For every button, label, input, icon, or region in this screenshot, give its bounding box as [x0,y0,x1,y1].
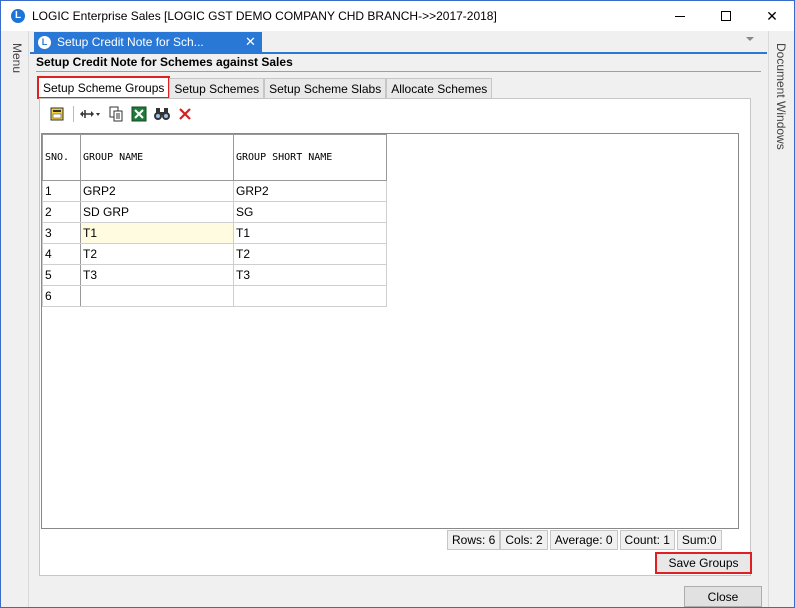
delete-icon [179,108,191,120]
resize-columns-icon [80,110,100,118]
app-logo-icon: L [11,9,25,23]
window-close-button[interactable]: ✕ [749,1,795,31]
maximize-button[interactable] [703,1,749,31]
group-short-name-cell[interactable]: GRP2 [233,180,387,202]
close-button[interactable]: Close [684,586,762,607]
close-icon[interactable]: ✕ [245,34,256,50]
row-number: 5 [42,264,81,286]
column-header-group-name[interactable]: GROUP NAME [80,134,234,181]
export-excel-button[interactable] [129,104,149,124]
document-windows-label: Document Windows [774,43,788,150]
status-rows: Rows: 6 [447,530,501,550]
copy-icon [109,106,123,122]
group-name-cell-selected[interactable]: T1 [80,222,234,244]
tab-setup-scheme-slabs[interactable]: Setup Scheme Slabs [264,78,387,98]
delete-button[interactable] [175,104,195,124]
excel-icon [131,106,147,122]
tab-allocate-schemes[interactable]: Allocate Schemes [386,78,493,98]
row-number: 1 [42,180,81,202]
group-short-name-cell[interactable] [233,285,387,307]
document-windows-panel[interactable]: Document Windows [768,31,794,607]
copy-button[interactable] [106,104,126,124]
toolbar-separator [73,106,74,122]
tab-panel: SNO. GROUP NAME GROUP SHORT NAME 1 GRP2 … [39,98,751,576]
group-short-name-cell[interactable]: T3 [233,264,387,286]
document-tab-label: Setup Credit Note for Sch... [57,35,204,49]
status-average: Average: 0 [549,530,618,550]
subtab-bar: Setup Scheme Groups Setup Schemes Setup … [36,76,493,99]
group-short-name-cell[interactable]: SG [233,201,387,223]
grid-toolbar [41,100,749,128]
new-button[interactable] [47,104,67,124]
group-short-name-cell[interactable]: T1 [233,222,387,244]
table-row[interactable]: 3 T1 T1 [42,222,387,244]
document-tab[interactable]: L Setup Credit Note for Sch... ✕ [34,32,262,52]
table-header-row: SNO. GROUP NAME GROUP SHORT NAME [42,134,387,181]
resize-columns-button[interactable] [77,104,103,124]
side-menu-panel[interactable]: Menu [3,31,29,607]
window-title: LOGIC Enterprise Sales [LOGIC GST DEMO C… [32,9,497,23]
column-header-group-short-name[interactable]: GROUP SHORT NAME [233,134,387,181]
group-name-cell[interactable]: T2 [80,243,234,265]
group-name-cell[interactable] [80,285,234,307]
maximize-icon [721,11,731,21]
app-logo-icon: L [38,35,51,49]
group-name-cell[interactable]: SD GRP [80,201,234,223]
document-tab-strip: L Setup Credit Note for Sch... ✕ [30,31,767,52]
chevron-down-icon[interactable] [746,37,754,41]
app-window: L LOGIC Enterprise Sales [LOGIC GST DEMO… [0,0,795,608]
new-icon [50,107,64,121]
tab-setup-scheme-groups[interactable]: Setup Scheme Groups [36,76,171,99]
group-name-cell[interactable]: GRP2 [80,180,234,202]
minimize-icon [675,15,685,17]
groups-table: SNO. GROUP NAME GROUP SHORT NAME 1 GRP2 … [42,134,387,307]
find-icon [154,108,170,120]
tab-setup-schemes[interactable]: Setup Schemes [169,78,265,98]
status-sum: Sum:0 [676,530,722,550]
minimize-button[interactable] [657,1,703,31]
heading-divider [36,71,761,72]
data-grid[interactable]: SNO. GROUP NAME GROUP SHORT NAME 1 GRP2 … [41,133,739,529]
table-row[interactable]: 1 GRP2 GRP2 [42,180,387,202]
row-number: 2 [42,201,81,223]
status-cols: Cols: 2 [500,530,548,550]
group-name-cell[interactable]: T3 [80,264,234,286]
table-row[interactable]: 6 [42,285,387,307]
table-row[interactable]: 4 T2 T2 [42,243,387,265]
main-content: Setup Credit Note for Schemes against Sa… [30,54,767,579]
find-button[interactable] [152,104,172,124]
side-menu-label: Menu [10,43,24,74]
table-row[interactable]: 5 T3 T3 [42,264,387,286]
group-short-name-cell[interactable]: T2 [233,243,387,265]
save-groups-button[interactable]: Save Groups [655,552,752,574]
column-header-sno[interactable]: SNO. [42,134,81,181]
row-number: 4 [42,243,81,265]
page-title: Setup Credit Note for Schemes against Sa… [36,55,293,69]
table-row[interactable]: 2 SD GRP SG [42,201,387,223]
grid-status-bar: Rows: 6 Cols: 2 Average: 0 Count: 1 Sum:… [445,530,722,550]
status-count: Count: 1 [619,530,675,550]
row-number: 3 [42,222,81,244]
row-number: 6 [42,285,81,307]
title-bar: L LOGIC Enterprise Sales [LOGIC GST DEMO… [1,1,794,31]
